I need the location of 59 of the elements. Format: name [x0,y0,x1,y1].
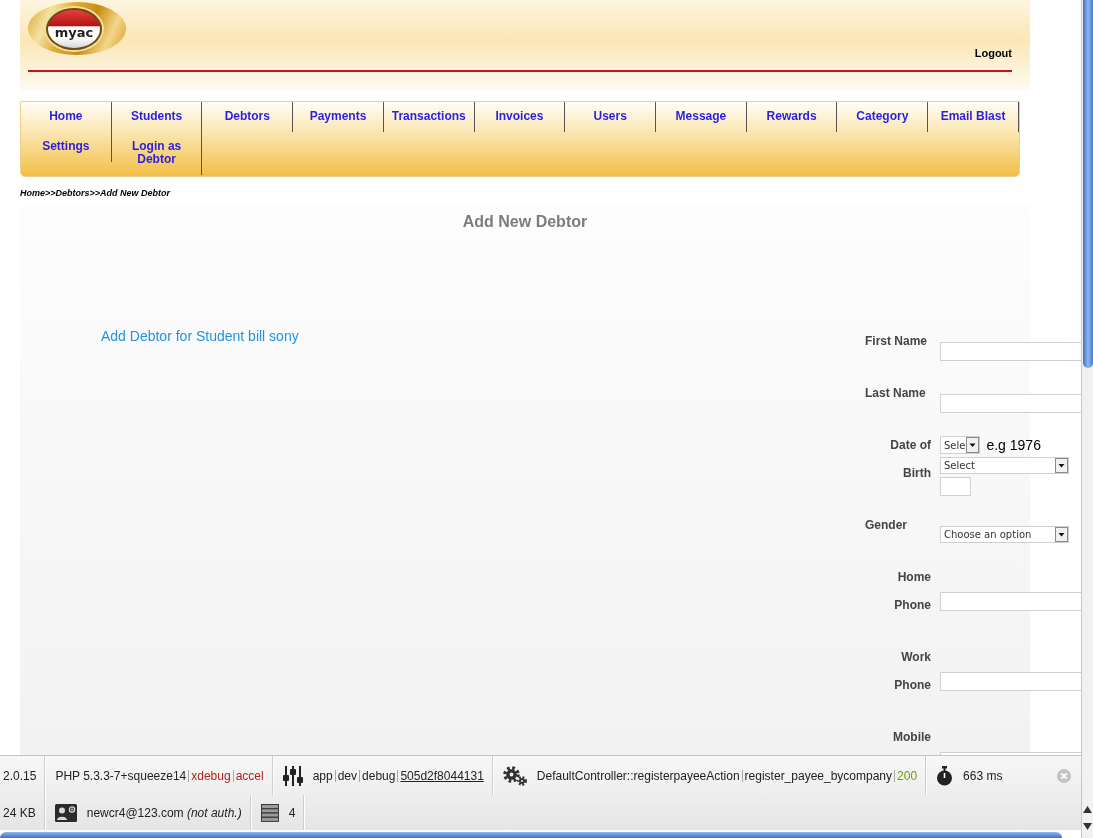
stopwatch-icon [936,765,954,786]
token-link[interactable]: 505d2f8044131 [400,768,484,783]
nav-link[interactable]: Home [21,102,112,132]
extension-status: xdebug [191,768,231,783]
hint-text: e.g 1976 [986,437,1041,453]
nav-link[interactable]: Message [656,102,747,132]
field-label: Work Phone [893,649,931,694]
scroll-up-icon[interactable] [1083,806,1092,813]
caret-icon [1055,458,1068,473]
input-field[interactable] [940,672,1082,691]
sliders-icon[interactable] [282,765,303,786]
close-icon[interactable] [1057,768,1071,783]
logo-text: myac [54,25,94,40]
field-label: Home Phone [893,569,931,614]
database-icon [260,803,279,822]
gears-icon [502,765,527,786]
nav-link[interactable]: Students [111,102,203,132]
field-label: Last Name [865,385,927,402]
dropdown[interactable]: Choose an option [940,526,1069,543]
controller-route: DefaultController::registerpayeeAction register_payee_bycompany [536,768,898,783]
field-label: Mobile [892,729,931,746]
status-code: 200 [897,768,918,783]
scroll-down-icon[interactable] [1083,823,1092,830]
contact-card-icon [54,803,77,822]
user-info: newcr4@123.com (not auth.) [86,805,242,820]
nav-link[interactable]: Rewards [746,102,838,132]
dropdown[interactable]: Select [940,457,1069,474]
scrollbar-thumb[interactable] [1082,0,1093,368]
input-field[interactable] [940,342,1082,361]
breadcrumb: Home>>Debtors>>Add New Debtor [20,187,172,199]
field-label: Date of Birth [889,437,931,482]
nav-link[interactable]: Transactions [383,102,475,132]
query-count: 4 [288,805,296,820]
environment-info: app dev debug [312,768,401,783]
subtitle-text: Add Debtor for Student bill sony [101,328,299,344]
input-field[interactable] [940,592,1082,611]
nav-link[interactable]: Debtors [202,102,294,132]
caret-icon [1055,527,1068,542]
page-title: Add New Debtor [461,212,589,232]
nav-link[interactable]: Login as Debtor [111,132,203,175]
input-field[interactable] [940,477,971,496]
scrollbar-thumb[interactable] [0,832,1062,838]
logout-link[interactable]: Logout [974,47,1012,60]
extension-status: accel [235,768,264,783]
field-label: First Name [865,333,929,350]
time-text: 663 ms [963,768,1003,783]
nav-link[interactable]: Invoices [474,102,566,132]
field-label: Gender [865,517,908,534]
nav-link[interactable]: Email Blast [928,102,1019,132]
nav-link[interactable]: Users [565,102,657,132]
input-field[interactable] [940,394,1082,413]
caret-icon [966,437,980,453]
nav-link[interactable]: Payments [293,102,384,132]
version-text: 2.0.15 [3,768,37,783]
php-version: PHP 5.3.3-7+squeeze14 [55,768,187,783]
nav-link[interactable]: Category [837,102,929,132]
memory-text: 24 KB [3,805,36,820]
dropdown[interactable]: Sele [940,436,981,454]
nav-link[interactable]: Settings [21,132,112,162]
